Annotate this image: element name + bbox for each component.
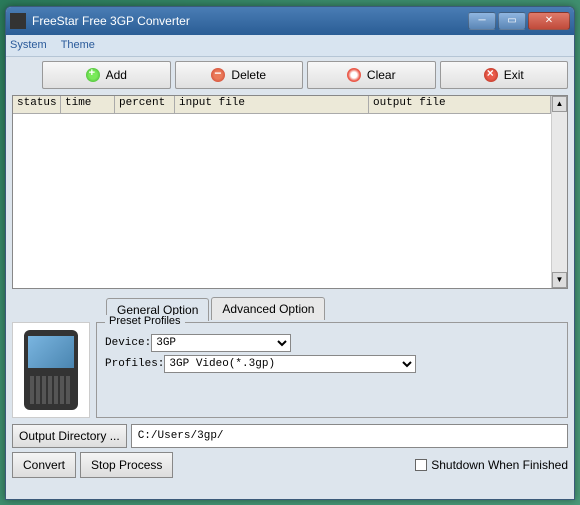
- col-output-file[interactable]: output file: [369, 96, 551, 113]
- app-window: FreeStar Free 3GP Converter ─ ▭ ✕ System…: [5, 6, 575, 500]
- window-controls: ─ ▭ ✕: [468, 12, 570, 30]
- window-title: FreeStar Free 3GP Converter: [32, 14, 468, 28]
- col-percent[interactable]: percent: [115, 96, 175, 113]
- options-panel: Preset Profiles Device: 3GP Profiles: 3G…: [12, 320, 568, 418]
- profiles-label: Profiles:: [105, 358, 164, 370]
- clear-icon: [347, 68, 361, 82]
- toolbar: Add Delete Clear Exit: [6, 57, 574, 93]
- menu-theme[interactable]: Theme: [61, 39, 95, 51]
- close-button[interactable]: ✕: [528, 12, 570, 30]
- app-icon: [10, 13, 26, 29]
- output-directory-button[interactable]: Output Directory ...: [12, 424, 127, 448]
- exit-label: Exit: [504, 68, 524, 82]
- maximize-button[interactable]: ▭: [498, 12, 526, 30]
- stop-process-button[interactable]: Stop Process: [80, 452, 173, 478]
- profiles-select[interactable]: 3GP Video(*.3gp): [164, 355, 416, 373]
- scroll-up-icon[interactable]: ▲: [552, 96, 567, 112]
- delete-label: Delete: [231, 68, 266, 82]
- add-button[interactable]: Add: [42, 61, 171, 89]
- col-status[interactable]: status: [13, 96, 61, 113]
- preset-profiles-group: Preset Profiles Device: 3GP Profiles: 3G…: [96, 322, 568, 418]
- add-label: Add: [106, 68, 127, 82]
- output-row: Output Directory ...: [12, 424, 568, 448]
- device-preview: [12, 322, 90, 418]
- bottom-row: Convert Stop Process Shutdown When Finis…: [12, 452, 568, 478]
- output-directory-field[interactable]: [131, 424, 568, 448]
- add-icon: [86, 68, 100, 82]
- device-select[interactable]: 3GP: [151, 334, 291, 352]
- table-body[interactable]: status time percent input file output fi…: [13, 96, 551, 288]
- titlebar: FreeStar Free 3GP Converter ─ ▭ ✕: [6, 7, 574, 35]
- delete-icon: [211, 68, 225, 82]
- tab-advanced[interactable]: Advanced Option: [211, 297, 325, 320]
- vertical-scrollbar[interactable]: ▲ ▼: [551, 96, 567, 288]
- delete-button[interactable]: Delete: [175, 61, 304, 89]
- menu-system[interactable]: System: [10, 39, 47, 51]
- menubar: System Theme: [6, 35, 574, 57]
- exit-icon: [484, 68, 498, 82]
- minimize-button[interactable]: ─: [468, 12, 496, 30]
- clear-label: Clear: [367, 68, 396, 82]
- col-time[interactable]: time: [61, 96, 115, 113]
- convert-button[interactable]: Convert: [12, 452, 76, 478]
- shutdown-checkbox[interactable]: [415, 459, 427, 471]
- table-header: status time percent input file output fi…: [13, 96, 551, 114]
- device-label: Device:: [105, 337, 151, 349]
- shutdown-label: Shutdown When Finished: [431, 458, 568, 472]
- shutdown-checkbox-wrap[interactable]: Shutdown When Finished: [415, 458, 568, 472]
- scroll-down-icon[interactable]: ▼: [552, 272, 567, 288]
- preset-legend: Preset Profiles: [105, 315, 185, 327]
- file-table: status time percent input file output fi…: [12, 95, 568, 289]
- exit-button[interactable]: Exit: [440, 61, 569, 89]
- phone-icon: [24, 330, 78, 410]
- clear-button[interactable]: Clear: [307, 61, 436, 89]
- col-input-file[interactable]: input file: [175, 96, 369, 113]
